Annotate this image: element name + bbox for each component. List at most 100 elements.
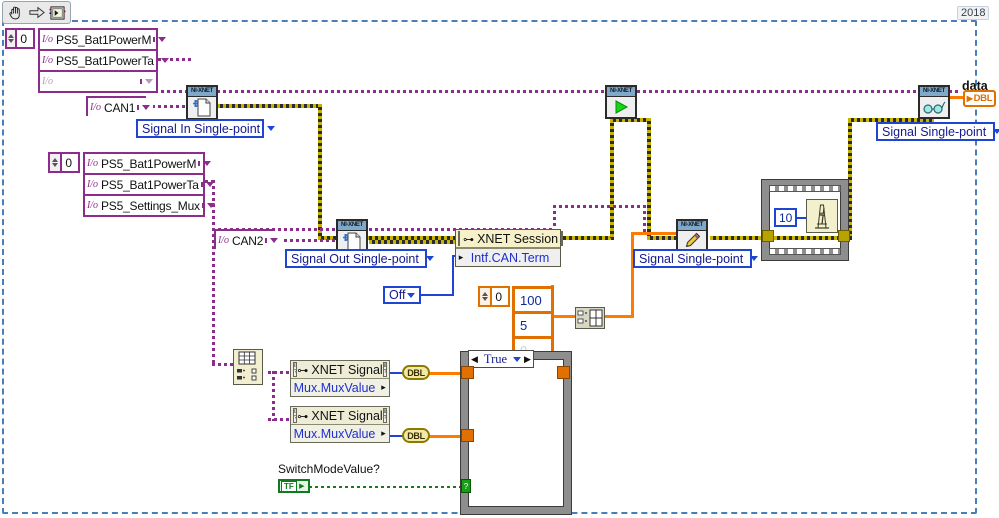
xnet-signal-property-node-2[interactable]: ⌷?! ⊶ XNET Signal ⌷?! Mux.MuxValue ▸ bbox=[290, 406, 390, 443]
xnet-start-node[interactable]: NI-XNET bbox=[605, 85, 637, 119]
mode-selector-signal-read[interactable]: Signal Single-point bbox=[876, 122, 999, 141]
wire-session-out-h bbox=[369, 240, 459, 244]
case-prev-arrow-icon[interactable]: ◀ bbox=[469, 354, 480, 365]
index-constant-mid[interactable]: 0 bbox=[48, 152, 80, 173]
abc-icon: I/o bbox=[89, 102, 102, 113]
reference-in-terminal[interactable]: ⌷?! bbox=[458, 231, 460, 246]
boolean-control-terminal[interactable]: TF ▶ bbox=[278, 479, 310, 493]
signal-list-top[interactable]: I/o PS5_Bat1PowerM I/o PS5_Bat1PowerTa I… bbox=[38, 28, 169, 93]
toolbar[interactable] bbox=[2, 1, 71, 24]
build-array-node[interactable] bbox=[575, 307, 605, 329]
mode-selector-signal-write[interactable]: Signal Single-point bbox=[633, 249, 759, 268]
mode-selector-signal-out-label: Signal Out Single-point bbox=[291, 251, 419, 266]
can2-row[interactable]: I/o CAN2 bbox=[216, 231, 282, 250]
interface-constant-can2[interactable]: I/o CAN2 bbox=[214, 229, 282, 250]
mode-selector-signal-write-label: Signal Single-point bbox=[639, 251, 744, 266]
chevron-down-icon[interactable] bbox=[990, 129, 999, 134]
pan-tool-icon[interactable] bbox=[7, 4, 24, 21]
chevron-down-icon[interactable] bbox=[511, 356, 522, 362]
chevron-down-icon[interactable] bbox=[264, 126, 278, 131]
wait-ms-constant[interactable]: 10 bbox=[774, 208, 797, 227]
xnet-create-session-out-node[interactable]: NI-XNET bbox=[336, 219, 368, 253]
reference-out-terminal[interactable]: ⌷?! bbox=[382, 408, 387, 423]
chevron-down-icon[interactable] bbox=[198, 161, 214, 166]
xnet-signal-2-property-name: Mux.MuxValue bbox=[293, 426, 376, 441]
case-tunnel-out-top[interactable] bbox=[557, 366, 570, 379]
case-tunnel-in-top[interactable] bbox=[461, 366, 474, 379]
new-session-icon bbox=[188, 97, 216, 118]
chevron-down-icon[interactable] bbox=[137, 105, 153, 110]
while-loop-top-dots bbox=[769, 185, 841, 192]
mode-selector-signal-out[interactable]: Signal Out Single-point bbox=[285, 249, 434, 268]
signal-list-mid-row-1[interactable]: I/o PS5_Bat1PowerTa bbox=[85, 175, 214, 196]
xnet-read-header: NI-XNET bbox=[920, 87, 948, 97]
case-structure[interactable] bbox=[461, 352, 571, 514]
abc-icon: I/o bbox=[41, 34, 54, 45]
wire-prop-up-v bbox=[553, 205, 556, 229]
chevron-down-icon[interactable] bbox=[140, 79, 156, 84]
index-array-node[interactable] bbox=[233, 349, 263, 385]
data-indicator-terminal[interactable]: ▶ DBL bbox=[963, 90, 996, 107]
chevron-down-icon[interactable] bbox=[423, 256, 437, 261]
xnet-create-session-in-node[interactable]: NI-XNET bbox=[186, 85, 218, 119]
block-diagram-canvas: 2018 0 I/o PS5_Bat1PowerM I/o PS5_Bat1Po… bbox=[0, 0, 999, 518]
signal-list-top-row-1-label: PS5_Bat1PowerTa bbox=[56, 53, 154, 68]
case-next-arrow-icon[interactable]: ▶ bbox=[522, 354, 533, 365]
interface-constant-can1[interactable]: I/o CAN1 bbox=[86, 96, 154, 117]
signal-list-mid-row-1-label: PS5_Bat1PowerTa bbox=[101, 177, 199, 192]
mode-selector-signal-in[interactable]: Signal In Single-point bbox=[136, 119, 276, 138]
wait-ms-node[interactable] bbox=[806, 199, 838, 233]
chevron-down-icon[interactable] bbox=[153, 37, 169, 42]
while-loop-tunnel-right[interactable] bbox=[838, 230, 850, 242]
abc-icon: I/o bbox=[41, 76, 54, 87]
spinner-icon[interactable] bbox=[7, 30, 18, 47]
can1-row[interactable]: I/o CAN1 bbox=[88, 98, 154, 117]
chevron-down-icon[interactable] bbox=[155, 58, 172, 63]
xnet-signal-property-node-1[interactable]: ⌷?! ⊶ XNET Signal ⌷?! Mux.MuxValue ▸ bbox=[290, 360, 390, 397]
signal-list-mid[interactable]: I/o PS5_Bat1PowerM I/o PS5_Bat1PowerTa I… bbox=[83, 152, 215, 217]
case-tunnel-in-mid[interactable] bbox=[461, 429, 474, 442]
chevron-down-icon[interactable] bbox=[265, 238, 281, 243]
spinner-icon[interactable] bbox=[50, 154, 63, 171]
spinner-icon[interactable] bbox=[480, 288, 493, 305]
xnet-write-node[interactable]: NI-XNET bbox=[676, 219, 708, 253]
numeric-array-cell-0[interactable]: 100 bbox=[515, 289, 551, 314]
xnet-session-property-node-title: ⊶ XNET Session bbox=[463, 231, 559, 246]
wire-build-out-h bbox=[604, 315, 634, 318]
boolean-control-label: SwitchModeValue? bbox=[278, 462, 380, 476]
termination-off-constant[interactable]: Off bbox=[383, 286, 421, 304]
metronome-icon bbox=[815, 204, 829, 229]
xnet-session-property-row[interactable]: ▸ Intf.CAN.Term bbox=[456, 248, 560, 266]
abc-icon: I/o bbox=[41, 55, 54, 66]
xnet-signal-1-property-row[interactable]: Mux.MuxValue ▸ bbox=[291, 379, 389, 396]
while-loop-tunnel-left[interactable] bbox=[762, 230, 774, 242]
wire-purple-top-bus bbox=[217, 90, 959, 93]
chevron-down-icon[interactable] bbox=[201, 203, 218, 208]
numeric-array-cell-1[interactable]: 5 bbox=[515, 314, 551, 339]
reference-out-terminal[interactable]: ⌷?! bbox=[382, 362, 387, 377]
chevron-down-icon[interactable] bbox=[200, 182, 217, 187]
xnet-read-node[interactable]: NI-XNET bbox=[918, 85, 950, 119]
signal-list-top-row-0[interactable]: I/o PS5_Bat1PowerM bbox=[40, 30, 167, 51]
wire-session-start-v2 bbox=[647, 118, 651, 238]
signal-list-mid-row-2-label: PS5_Settings_Mux bbox=[101, 198, 200, 213]
array-index-constant[interactable]: 0 bbox=[478, 286, 510, 307]
chevron-down-icon[interactable] bbox=[405, 292, 417, 298]
signal-list-mid-row-0[interactable]: I/o PS5_Bat1PowerM bbox=[85, 154, 212, 175]
signal-list-top-row-1[interactable]: I/o PS5_Bat1PowerTa bbox=[40, 51, 169, 72]
signal-list-mid-row-2[interactable]: I/o PS5_Settings_Mux bbox=[85, 196, 215, 215]
xnet-create-session-in-header: NI-XNET bbox=[188, 87, 216, 97]
signal-list-top-row-2[interactable]: I/o bbox=[40, 72, 156, 91]
xnet-signal-2-property-row[interactable]: Mux.MuxValue ▸ bbox=[291, 425, 389, 442]
dbl-coercion-chip-2-label: DBL bbox=[407, 430, 425, 441]
case-selector-terminal[interactable]: ? bbox=[461, 479, 471, 493]
run-vi-button[interactable] bbox=[49, 4, 66, 21]
array-index-constant-value: 0 bbox=[495, 289, 502, 304]
case-selector[interactable]: ◀ True ▶ bbox=[468, 350, 534, 368]
reference-out-terminal[interactable]: ⌷?! bbox=[561, 231, 564, 246]
index-constant-top[interactable]: 0 bbox=[5, 28, 35, 49]
wire-to-unbundle bbox=[212, 363, 234, 366]
chevron-down-icon[interactable] bbox=[747, 256, 761, 261]
select-arrow-tool-icon[interactable] bbox=[28, 4, 45, 21]
xnet-session-property-node[interactable]: ⌷?! ⊶ XNET Session ⌷?! ▸ Intf.CAN.Term bbox=[455, 229, 564, 267]
